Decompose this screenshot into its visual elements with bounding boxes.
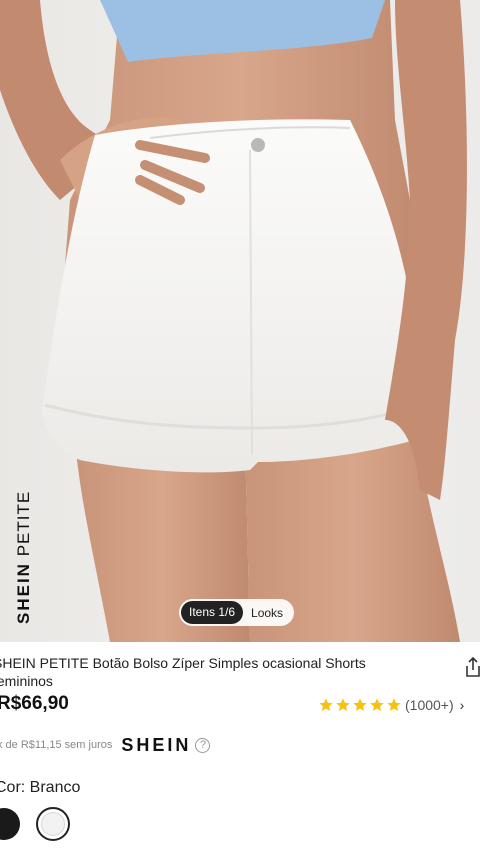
shein-logo: SHEIN (121, 734, 192, 755)
brand-watermark: SHEIN PETITE (0, 468, 33, 624)
gallery-pager: Itens 1/6 Looks (179, 599, 295, 626)
brand-watermark-strong: SHEIN (14, 562, 33, 624)
product-photo-illustration (0, 0, 467, 642)
rating-stars (318, 697, 403, 713)
rating[interactable]: (1000+) › (318, 696, 464, 714)
star-icon (353, 698, 367, 711)
star-icon (319, 698, 333, 711)
product-price: R$66,90 (0, 693, 69, 714)
share-icon[interactable] (463, 656, 480, 678)
installments-text: x de R$11,15 sem juros (0, 739, 113, 751)
star-icon (370, 698, 384, 711)
help-circle-icon[interactable]: ? (195, 737, 211, 753)
color-swatch-white[interactable] (36, 807, 70, 841)
rating-count: (1000+) (405, 697, 454, 713)
product-image[interactable]: SHEIN PETITE Itens 1/6 Looks (0, 0, 480, 642)
tab-looks[interactable]: Looks (243, 606, 294, 620)
installments-info: x de R$11,15 sem juros SHEIN ? (0, 734, 211, 755)
tab-items[interactable]: Itens 1/6 (181, 601, 244, 624)
product-title: SHEIN PETITE Botão Bolso Zíper Simples o… (0, 655, 366, 689)
star-icon (387, 698, 401, 711)
color-swatch-black[interactable] (0, 808, 20, 840)
star-icon (336, 698, 350, 711)
brand-watermark-light: PETITE (14, 490, 33, 557)
color-label: Cor: Branco (0, 779, 81, 796)
chevron-right-icon: › (459, 697, 465, 713)
